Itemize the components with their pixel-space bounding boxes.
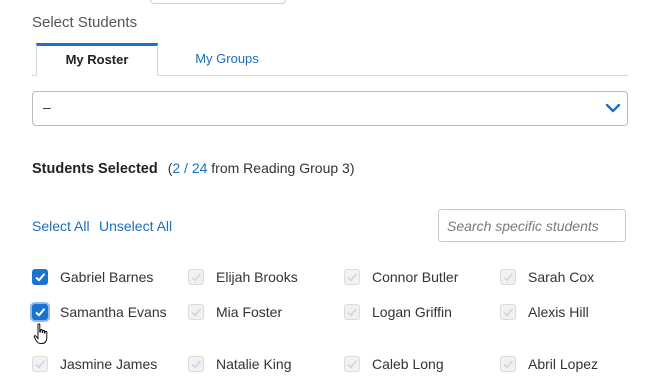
student-name: Natalie King [216, 356, 292, 372]
student-name: Jasmine James [60, 356, 158, 372]
checkbox-checked[interactable] [32, 304, 48, 320]
checkbox-unchecked[interactable] [344, 269, 360, 285]
chevron-down-icon [605, 100, 621, 121]
section-title: Select Students [32, 14, 138, 31]
selected-count: 2 / 24 [172, 160, 208, 176]
checkbox-unchecked[interactable] [32, 356, 48, 372]
student-name: Mia Foster [216, 304, 283, 320]
checkbox-checked[interactable] [32, 269, 48, 285]
group-dropdown[interactable]: – [32, 91, 628, 126]
students-selected-label: Students Selected [32, 161, 158, 177]
student-name: Sarah Cox [528, 269, 595, 285]
checkbox-unchecked[interactable] [500, 356, 516, 372]
dropdown-value: – [43, 99, 51, 115]
checkbox-unchecked[interactable] [344, 356, 360, 372]
student-search-input[interactable] [438, 209, 626, 242]
checkbox-unchecked[interactable] [344, 304, 360, 320]
student-name: Alexis Hill [528, 304, 589, 320]
unselect-all-link[interactable]: Unselect All [99, 218, 172, 234]
checkbox-unchecked[interactable] [188, 269, 204, 285]
tab-my-roster[interactable]: My Roster [36, 43, 158, 76]
students-selected-summary: Students Selected (2 / 24 from Reading Gr… [32, 160, 354, 177]
checkbox-unchecked[interactable] [500, 269, 516, 285]
student-name: Logan Griffin [372, 304, 452, 320]
student-name: Gabriel Barnes [60, 269, 154, 285]
student-name: Caleb Long [372, 356, 444, 372]
top-partial-field [150, 0, 286, 4]
student-name: Connor Butler [372, 269, 459, 285]
tab-my-groups[interactable]: My Groups [172, 43, 282, 74]
hand-pointer-cursor-icon [33, 323, 49, 350]
select-all-link[interactable]: Select All [32, 218, 90, 234]
student-name: Samantha Evans [60, 304, 167, 320]
roster-tabs: My Roster My Groups [32, 43, 628, 76]
student-name: Abril Lopez [528, 356, 599, 372]
student-name: Elijah Brooks [216, 269, 298, 285]
checkbox-unchecked[interactable] [500, 304, 516, 320]
checkbox-unchecked[interactable] [188, 356, 204, 372]
selected-source: from Reading Group 3) [207, 160, 355, 176]
checkbox-unchecked[interactable] [188, 304, 204, 320]
